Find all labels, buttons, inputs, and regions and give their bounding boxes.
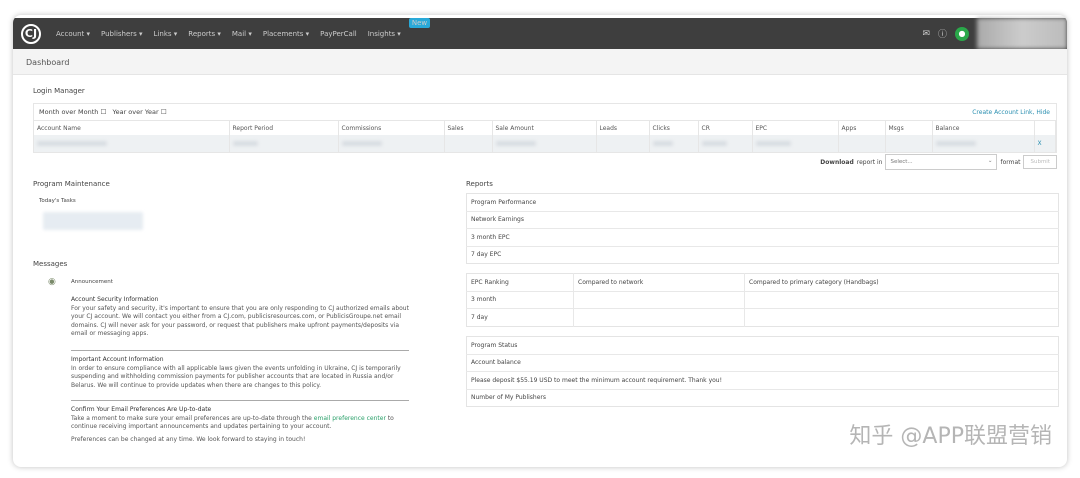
table-row: X — [34, 135, 1056, 152]
download-label: Download — [820, 158, 854, 166]
col-clicks[interactable]: Clicks — [649, 121, 699, 135]
epc-ranking-header: EPC Ranking — [466, 273, 574, 292]
redacted-value — [935, 140, 976, 146]
message-extra: Preferences can be changed at any time. … — [71, 435, 306, 443]
seven-day-label: 7 day — [471, 313, 488, 321]
nav-links[interactable]: Links ▾ — [154, 30, 178, 38]
month-over-month-checkbox[interactable]: ☐ — [100, 108, 106, 116]
redacted-value — [232, 140, 258, 146]
three-month-label: 3 month — [466, 291, 574, 309]
message-body: In order to ensure compliance with all a… — [71, 364, 401, 389]
col-apps[interactable]: Apps — [838, 121, 886, 135]
col-sales[interactable]: Sales — [444, 121, 493, 135]
col-account-name[interactable]: Account Name — [34, 121, 230, 135]
compared-category-header: Compared to primary category (Handbags) — [744, 273, 1059, 292]
year-over-year-checkbox[interactable]: ☐ — [161, 108, 167, 116]
redacted-value — [37, 140, 107, 146]
account-balance-label: Account balance — [466, 354, 1059, 372]
nav-publishers[interactable]: Publishers ▾ — [101, 30, 143, 38]
compared-network-header: Compared to network — [573, 273, 745, 292]
col-epc[interactable]: EPC — [752, 121, 839, 135]
col-cr[interactable]: CR — [698, 121, 753, 135]
epc-ranking-table: EPC Ranking Compared to network Compared t… — [466, 273, 1059, 327]
format-select-value: Select... — [890, 159, 913, 165]
cj-logo[interactable]: CJ — [21, 23, 41, 44]
user-avatar-icon[interactable]: ● — [955, 26, 969, 41]
announcement-label: Announcement — [71, 279, 113, 285]
program-performance-label: Program Performance — [466, 193, 1059, 212]
message-body: For your safety and security, it's impor… — [71, 304, 409, 338]
message-title: Important Account Information — [71, 356, 164, 363]
message-security: Account Security Information For your saf… — [71, 296, 411, 339]
redacted-tasks — [43, 212, 143, 230]
watermark: 知乎 @APP联盟营销 — [849, 424, 1052, 449]
format-select[interactable]: Select... ⌄ — [885, 154, 998, 170]
new-badge: New — [408, 17, 431, 28]
user-name-redacted[interactable] — [977, 18, 1067, 49]
col-leads[interactable]: Leads — [596, 121, 650, 135]
col-sale-amount[interactable]: Sale Amount — [492, 121, 597, 135]
nav-paypercall[interactable]: PayPerCall — [320, 30, 357, 38]
col-balance[interactable]: Balance — [932, 121, 1035, 135]
nav-reports[interactable]: Reports ▾ — [188, 30, 221, 38]
redacted-value — [701, 140, 727, 146]
message-title: Confirm Your Email Preferences Are Up-to… — [71, 406, 212, 413]
todays-tasks-label: Today's Tasks — [39, 198, 76, 204]
nav-insights-label[interactable]: Insights ▾ — [368, 30, 401, 38]
divider — [71, 350, 409, 351]
divider — [71, 400, 409, 401]
program-maintenance-title: Program Maintenance — [33, 180, 110, 188]
redacted-value — [341, 140, 382, 146]
format-label: format — [1000, 158, 1021, 166]
nav-mail[interactable]: Mail ▾ — [232, 30, 252, 38]
redacted-value — [652, 140, 673, 146]
remove-account-button[interactable]: X — [1034, 135, 1056, 152]
program-status-label: Program Status — [466, 336, 1059, 355]
help-icon[interactable]: ⓘ — [938, 27, 947, 40]
login-manager-title: Login Manager — [33, 87, 85, 95]
deposit-notice: Please deposit $55.19 USD to meet the mi… — [466, 371, 1059, 390]
month-over-month-label: Month over Month — [39, 108, 99, 116]
messages-title: Messages — [33, 260, 68, 268]
chevron-down-icon: ⌄ — [987, 158, 993, 164]
app-window: CJ Account ▾ Publishers ▾ Links ▾ Report… — [13, 15, 1067, 467]
year-over-year-label: Year over Year — [112, 108, 159, 116]
nav-placements[interactable]: Placements ▾ — [263, 30, 309, 38]
col-msgs[interactable]: Msgs — [885, 121, 933, 135]
announcement-icon: ◉ — [48, 277, 56, 287]
download-report: Download report in Select... ⌄ format Subm… — [820, 154, 1057, 170]
col-report-period[interactable]: Report Period — [229, 121, 339, 135]
submit-button[interactable]: Submit — [1023, 155, 1057, 169]
program-status-table: Program Status Account balance Please de… — [466, 336, 1059, 407]
program-performance-table: Program Performance Network Earnings 3 m… — [466, 193, 1059, 264]
download-label-rest: report in — [856, 158, 883, 166]
message-body: Take a moment to make sure your email pr… — [71, 414, 314, 422]
seven-day-epc-label: 7 day EPC — [471, 251, 502, 259]
create-account-link[interactable]: Create Account Link, Hide — [972, 109, 1050, 116]
message-title: Account Security Information — [71, 296, 159, 303]
login-manager-table: Month over Month ☐ Year over Year ☐ Crea… — [33, 103, 1057, 153]
redacted-value — [495, 140, 536, 146]
page-title: Dashboard — [13, 49, 1067, 75]
message-email-prefs: Confirm Your Email Preferences Are Up-to… — [71, 406, 411, 444]
network-earnings-label: Network Earnings — [466, 211, 1059, 229]
mail-icon[interactable]: ✉ — [922, 29, 930, 39]
col-commissions[interactable]: Commissions — [338, 121, 445, 135]
col-actions — [1034, 121, 1056, 135]
number-of-publishers-label: Number of My Publishers — [471, 394, 547, 402]
nav-insights[interactable]: Insights ▾ New — [368, 17, 431, 38]
nav-account[interactable]: Account ▾ — [56, 30, 90, 38]
top-nav: CJ Account ▾ Publishers ▾ Links ▾ Report… — [13, 17, 1067, 49]
message-account-info: Important Account Information In order to… — [71, 356, 411, 390]
redacted-value — [755, 140, 791, 146]
three-month-epc-label: 3 month EPC — [466, 228, 1059, 247]
email-preference-center-link[interactable]: email preference center — [314, 415, 386, 422]
reports-title: Reports — [466, 180, 493, 188]
